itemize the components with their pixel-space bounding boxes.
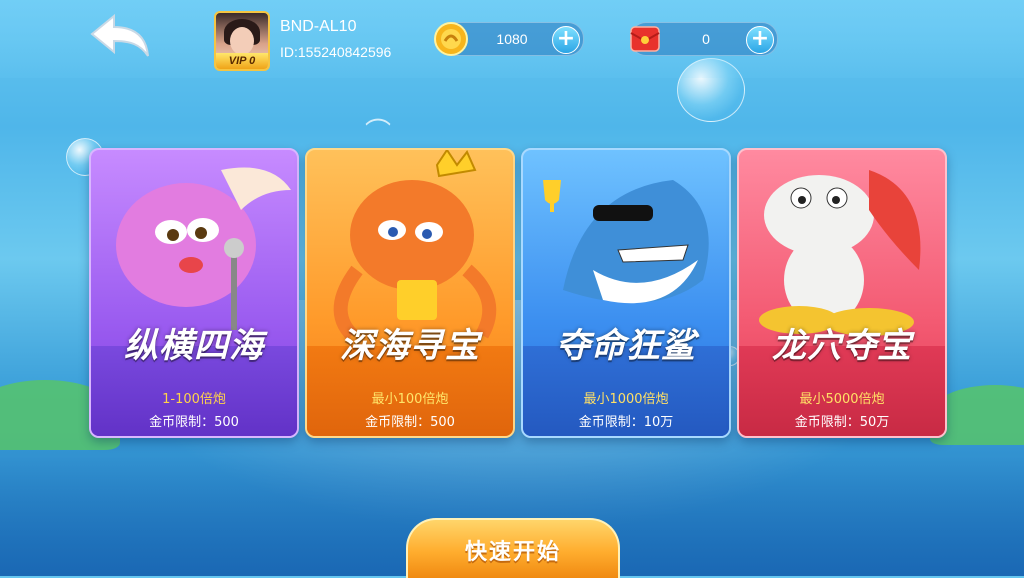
add-coins-button[interactable]: + [552, 26, 580, 54]
card-art [91, 150, 297, 345]
card-art [523, 150, 729, 345]
room-title: 纵横四海 [124, 326, 264, 366]
red-packet-balance: 0 + [630, 22, 778, 56]
room-cannon-range: 最小5000倍炮 [799, 392, 885, 407]
room-coin-limit: 金币限制：10万 [578, 415, 674, 430]
user-id: ID:155240842596 [280, 44, 392, 60]
red-envelope-icon [630, 26, 660, 52]
coin-amount: 1080 [496, 31, 528, 47]
room-title: 深海寻宝 [340, 326, 480, 366]
room-card-duoming[interactable]: 夺命狂鲨 最小1000倍炮 金币限制：10万 [521, 148, 731, 438]
shark-icon [543, 180, 709, 304]
room-cannon-range: 最小100倍炮 [371, 392, 449, 407]
vip-badge: VIP 0 [216, 53, 268, 69]
quick-start-label: 快速开始 [464, 540, 561, 565]
room-coin-limit: 金币限制：500 [149, 415, 239, 430]
octopus-king-icon [333, 150, 497, 340]
back-arrow-icon [90, 13, 149, 57]
room-coin-limit: 金币限制：500 [365, 415, 455, 430]
username: BND-AL10 [280, 18, 357, 35]
gold-coin-icon [434, 22, 468, 56]
pink-fish-icon [116, 167, 291, 330]
back-button[interactable] [88, 13, 152, 60]
room-title: 龙穴夺宝 [772, 326, 912, 366]
quick-start-button[interactable]: 快速开始 [406, 518, 620, 578]
room-card-shenhai[interactable]: 深海寻宝 最小100倍炮 金币限制：500 [305, 148, 515, 438]
dragon-icon [759, 170, 921, 336]
room-card-zongheng[interactable]: 纵横四海 1-100倍炮 金币限制：500 [89, 148, 299, 438]
avatar[interactable]: VIP 0 [214, 11, 270, 71]
coin-balance: 1080 + [434, 22, 584, 56]
room-card-longxue[interactable]: 龙穴夺宝 最小5000倍炮 金币限制：50万 [737, 148, 947, 438]
card-art [307, 150, 513, 345]
red-packet-amount: 0 [702, 31, 710, 47]
avatar-face [230, 27, 254, 55]
card-art [739, 150, 945, 345]
room-title: 夺命狂鲨 [556, 326, 696, 366]
room-cannon-range: 1-100倍炮 [162, 392, 226, 407]
room-cannon-range: 最小1000倍炮 [583, 392, 669, 407]
seagull-icon: ⌒ [365, 118, 392, 148]
add-red-packets-button[interactable]: + [746, 26, 774, 54]
room-coin-limit: 金币限制：50万 [794, 415, 890, 430]
